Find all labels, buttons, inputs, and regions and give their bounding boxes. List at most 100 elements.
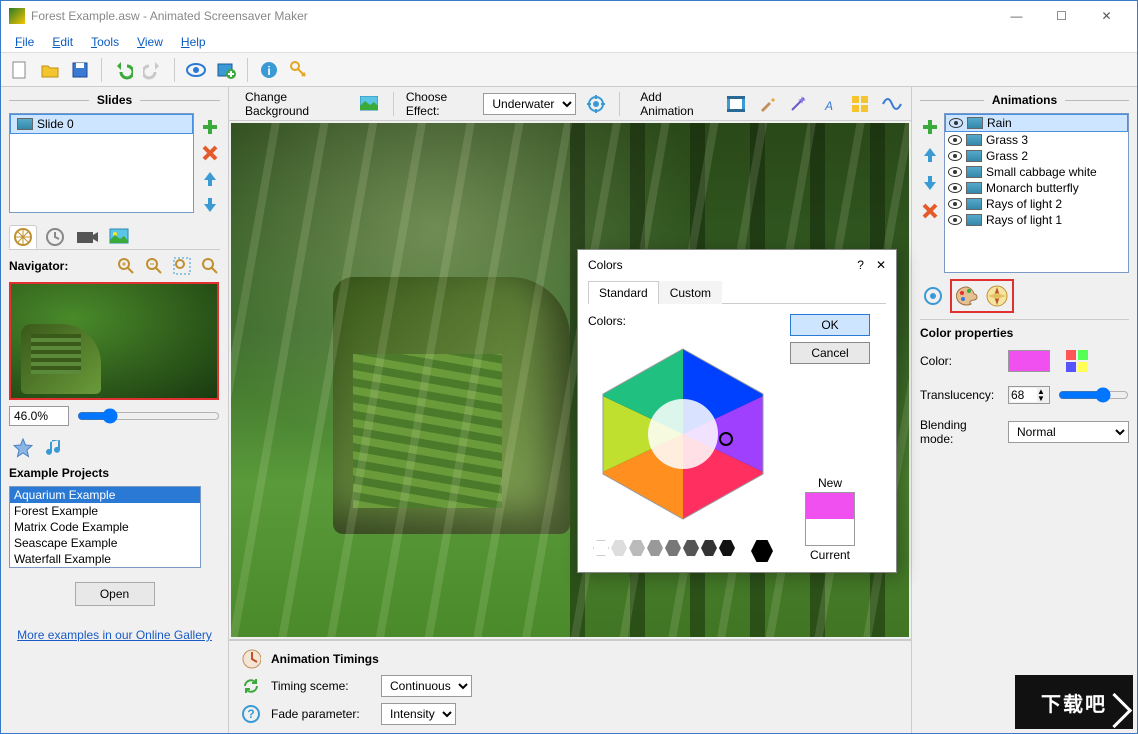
example-item[interactable]: Forest Example (10, 503, 200, 519)
anim-add-icon[interactable] (920, 117, 940, 137)
menu-view[interactable]: View (129, 33, 171, 51)
color-swatch[interactable] (1008, 350, 1050, 372)
menu-file[interactable]: File (7, 33, 42, 51)
grid-icon[interactable] (849, 91, 872, 117)
visibility-icon[interactable] (948, 151, 962, 161)
save-icon[interactable] (67, 57, 93, 83)
cancel-button[interactable]: Cancel (790, 342, 870, 364)
animation-item[interactable]: Rays of light 2 (945, 196, 1128, 212)
help-icon[interactable]: ? (241, 704, 261, 724)
tab-custom[interactable]: Custom (659, 281, 722, 304)
tab-standard[interactable]: Standard (588, 281, 659, 304)
navigator-preview[interactable] (9, 282, 219, 400)
anim-up-icon[interactable] (920, 145, 940, 165)
choose-effect-label: Choose Effect: (406, 90, 476, 118)
visibility-icon[interactable] (949, 118, 963, 128)
move-down-icon[interactable] (200, 195, 220, 215)
animations-list[interactable]: Rain Grass 3 Grass 2 Small cabbage white… (944, 113, 1129, 273)
svg-text:A: A (824, 99, 833, 113)
animations-heading: Animations (984, 93, 1065, 107)
example-item[interactable]: Matrix Code Example (10, 519, 200, 535)
change-background-button[interactable]: Change Background (237, 86, 350, 122)
close-button[interactable]: ✕ (1084, 1, 1129, 31)
wand-icon[interactable] (787, 91, 810, 117)
animation-item[interactable]: Monarch butterfly (945, 180, 1128, 196)
anim-thumb-icon (966, 134, 982, 146)
tab-image-icon[interactable] (105, 225, 133, 249)
open-folder-icon[interactable] (37, 57, 63, 83)
grayscale-row[interactable] (588, 540, 778, 562)
tab-navigator-icon[interactable] (9, 225, 37, 249)
menu-tools[interactable]: Tools (83, 33, 127, 51)
new-file-icon[interactable] (7, 57, 33, 83)
visibility-icon[interactable] (948, 183, 962, 193)
visibility-icon[interactable] (948, 215, 962, 225)
example-item[interactable]: Waterfall Example (10, 551, 200, 567)
text-icon[interactable]: A (818, 91, 841, 117)
visibility-icon[interactable] (948, 135, 962, 145)
tab-clock-icon[interactable] (41, 225, 69, 249)
translucency-slider[interactable] (1058, 387, 1129, 403)
fade-param-select[interactable]: Intensity (381, 703, 456, 725)
background-image-icon[interactable] (358, 91, 381, 117)
animation-item[interactable]: Rain (945, 114, 1128, 132)
effect-select[interactable]: Underwater (483, 93, 576, 115)
dialog-help-icon[interactable]: ? (845, 258, 876, 272)
animation-item[interactable]: Grass 3 (945, 132, 1128, 148)
example-item[interactable]: Aquarium Example (10, 487, 200, 503)
zoom-out-icon[interactable] (144, 256, 164, 276)
online-gallery-link[interactable]: More examples in our Online Gallery (9, 628, 220, 642)
tab-camera-icon[interactable] (73, 225, 101, 249)
animation-item[interactable]: Grass 2 (945, 148, 1128, 164)
translucency-spinner[interactable]: ▲▼ (1008, 386, 1050, 404)
music-icon[interactable] (41, 436, 69, 460)
animation-item[interactable]: Small cabbage white (945, 164, 1128, 180)
anim-thumb-icon (967, 117, 983, 129)
info-icon[interactable]: i (256, 57, 282, 83)
slide-label: Slide 0 (37, 117, 74, 131)
preview-icon[interactable] (183, 57, 209, 83)
slide-item[interactable]: Slide 0 (10, 114, 193, 134)
color-grid-icon[interactable] (1066, 350, 1088, 372)
zoom-input[interactable] (9, 406, 69, 426)
dialog-close-icon[interactable]: ✕ (876, 258, 886, 272)
add-slide-icon[interactable] (200, 117, 220, 137)
redo-icon[interactable] (140, 57, 166, 83)
compass-icon[interactable] (984, 283, 1010, 309)
menu-help[interactable]: Help (173, 33, 214, 51)
visibility-icon[interactable] (948, 167, 962, 177)
slides-list[interactable]: Slide 0 (9, 113, 194, 213)
zoom-fit-icon[interactable] (172, 256, 192, 276)
zoom-in-icon[interactable] (116, 256, 136, 276)
film-icon[interactable] (725, 91, 748, 117)
palette-icon[interactable] (954, 283, 980, 309)
blending-select[interactable]: Normal (1008, 421, 1129, 443)
anim-down-icon[interactable] (920, 173, 940, 193)
anim-delete-icon[interactable] (920, 201, 940, 221)
brush-icon[interactable] (756, 91, 779, 117)
example-item[interactable]: Seascape Example (10, 535, 200, 551)
minimize-button[interactable]: — (994, 1, 1039, 31)
open-example-button[interactable]: Open (75, 582, 155, 606)
examples-list[interactable]: Aquarium Example Forest Example Matrix C… (9, 486, 201, 568)
animation-item[interactable]: Rays of light 1 (945, 212, 1128, 228)
export-icon[interactable] (213, 57, 239, 83)
timings-icon (241, 649, 261, 669)
add-animation-button[interactable]: Add Animation (632, 86, 717, 122)
maximize-button[interactable]: ☐ (1039, 1, 1084, 31)
zoom-100-icon[interactable] (200, 256, 220, 276)
delete-slide-icon[interactable] (200, 143, 220, 163)
ok-button[interactable]: OK (790, 314, 870, 336)
wave-icon[interactable] (880, 91, 903, 117)
visibility-icon[interactable] (948, 199, 962, 209)
anim-settings-icon[interactable] (920, 283, 946, 309)
undo-icon[interactable] (110, 57, 136, 83)
zoom-slider[interactable] (77, 408, 220, 424)
favorites-star-icon[interactable] (9, 436, 37, 460)
menu-edit[interactable]: Edit (44, 33, 81, 51)
key-icon[interactable] (286, 57, 312, 83)
move-up-icon[interactable] (200, 169, 220, 189)
effect-settings-icon[interactable] (584, 91, 607, 117)
color-hexagon-picker[interactable] (588, 334, 778, 534)
timing-scheme-select[interactable]: Continuous (381, 675, 472, 697)
